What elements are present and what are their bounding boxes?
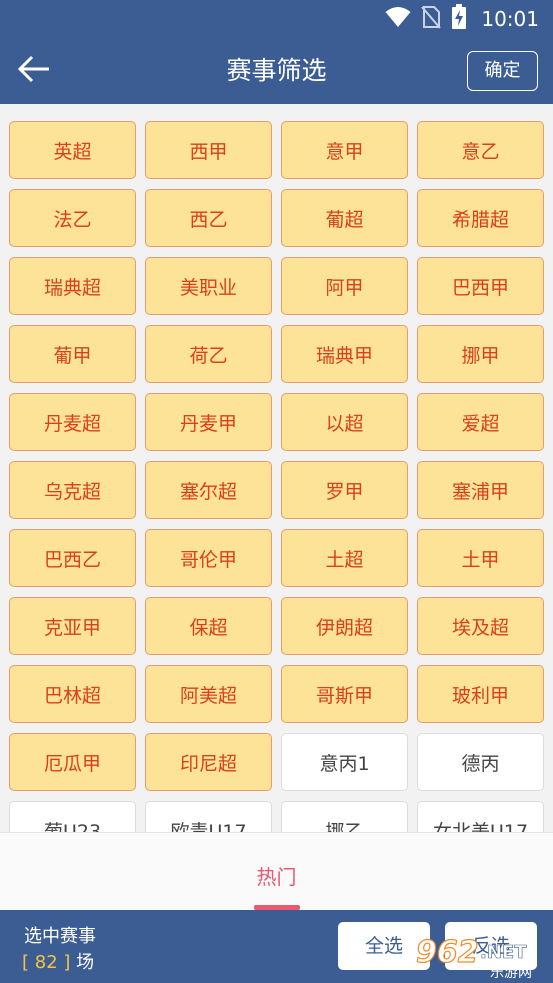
selected-count-row: [ 82 ] 场 — [22, 948, 94, 974]
back-arrow-icon — [17, 55, 51, 87]
confirm-button[interactable]: 确定 — [467, 51, 538, 91]
league-chip[interactable]: 意甲 — [281, 121, 408, 179]
tab-hot[interactable]: 热门 — [0, 861, 553, 890]
league-chip[interactable]: 哥伦甲 — [145, 529, 272, 587]
category-tabbar: 热门 — [0, 832, 553, 910]
league-chip[interactable]: 希腊超 — [417, 189, 544, 247]
league-chip[interactable]: 厄瓜甲 — [9, 733, 136, 791]
league-chip[interactable]: 玻利甲 — [417, 665, 544, 723]
league-chip[interactable]: 土超 — [281, 529, 408, 587]
league-chip[interactable]: 乌克超 — [9, 461, 136, 519]
league-chip[interactable]: 印尼超 — [145, 733, 272, 791]
league-chip[interactable]: 瑞典甲 — [281, 325, 408, 383]
league-chip[interactable]: 丹麦超 — [9, 393, 136, 451]
selected-count: 82 — [34, 952, 58, 973]
league-chip[interactable]: 挪乙 — [281, 801, 408, 832]
league-chip[interactable]: 土甲 — [417, 529, 544, 587]
app-header: 赛事筛选 确定 — [0, 38, 553, 104]
league-chip[interactable]: 德丙 — [417, 733, 544, 791]
count-bracket-close: ] — [63, 952, 71, 973]
league-chip[interactable]: 美职业 — [145, 257, 272, 315]
league-chip[interactable]: 欧青U17 — [145, 801, 272, 832]
league-chip[interactable]: 荷乙 — [145, 325, 272, 383]
league-chip[interactable]: 巴林超 — [9, 665, 136, 723]
status-time: 10:01 — [481, 7, 539, 31]
league-chip[interactable]: 英超 — [9, 121, 136, 179]
league-chip[interactable]: 巴西乙 — [9, 529, 136, 587]
league-chip[interactable]: 葡U23 — [9, 801, 136, 832]
league-chip[interactable]: 挪甲 — [417, 325, 544, 383]
league-chip[interactable]: 瑞典超 — [9, 257, 136, 315]
league-grid-scroll[interactable]: 英超 西甲 意甲 意乙法乙 西乙 葡超 希腊超瑞典超 美职业 阿甲 巴西甲葡甲 荷乙 瑞典甲 挪甲丹麦超… — [0, 104, 553, 832]
league-chip[interactable]: 爱超 — [417, 393, 544, 451]
league-chip[interactable]: 塞尔超 — [145, 461, 272, 519]
count-bracket-open: [ — [22, 952, 30, 973]
league-chip[interactable]: 埃及超 — [417, 597, 544, 655]
league-chip[interactable]: 丹麦甲 — [145, 393, 272, 451]
league-chip[interactable]: 西乙 — [145, 189, 272, 247]
league-chip[interactable]: 哥斯甲 — [281, 665, 408, 723]
league-chip[interactable]: 罗甲 — [281, 461, 408, 519]
league-chip[interactable]: 法乙 — [9, 189, 136, 247]
invert-selection-button[interactable]: 反选 — [445, 922, 537, 970]
league-chip[interactable]: 以超 — [281, 393, 408, 451]
status-icons: 10:01 — [385, 4, 539, 34]
count-unit: 场 — [76, 952, 95, 973]
league-chip[interactable]: 意乙 — [417, 121, 544, 179]
league-chip[interactable]: 西甲 — [145, 121, 272, 179]
league-chip[interactable]: 克亚甲 — [9, 597, 136, 655]
status-bar: 10:01 — [0, 0, 553, 38]
league-chip[interactable]: 意丙1 — [281, 733, 408, 791]
league-chip[interactable]: 伊朗超 — [281, 597, 408, 655]
selected-events-label: 选中赛事 — [24, 926, 96, 947]
league-chip[interactable]: 葡超 — [281, 189, 408, 247]
league-chip[interactable]: 葡甲 — [9, 325, 136, 383]
selection-footer: 选中赛事 [ 82 ] 场 全选 反选 — [0, 910, 553, 983]
back-button[interactable] — [14, 52, 54, 90]
league-grid: 英超 西甲 意甲 意乙法乙 西乙 葡超 希腊超瑞典超 美职业 阿甲 巴西甲葡甲 荷乙 瑞典甲 挪甲丹麦超… — [9, 121, 544, 832]
wifi-icon — [385, 6, 411, 32]
league-chip[interactable]: 女北美U17 — [417, 801, 544, 832]
league-chip[interactable]: 巴西甲 — [417, 257, 544, 315]
battery-charging-icon — [451, 4, 467, 34]
league-chip[interactable]: 保超 — [145, 597, 272, 655]
league-chip[interactable]: 阿美超 — [145, 665, 272, 723]
select-all-button[interactable]: 全选 — [338, 922, 430, 970]
league-chip[interactable]: 阿甲 — [281, 257, 408, 315]
league-chip[interactable]: 塞浦甲 — [417, 461, 544, 519]
no-sim-icon — [421, 5, 442, 33]
